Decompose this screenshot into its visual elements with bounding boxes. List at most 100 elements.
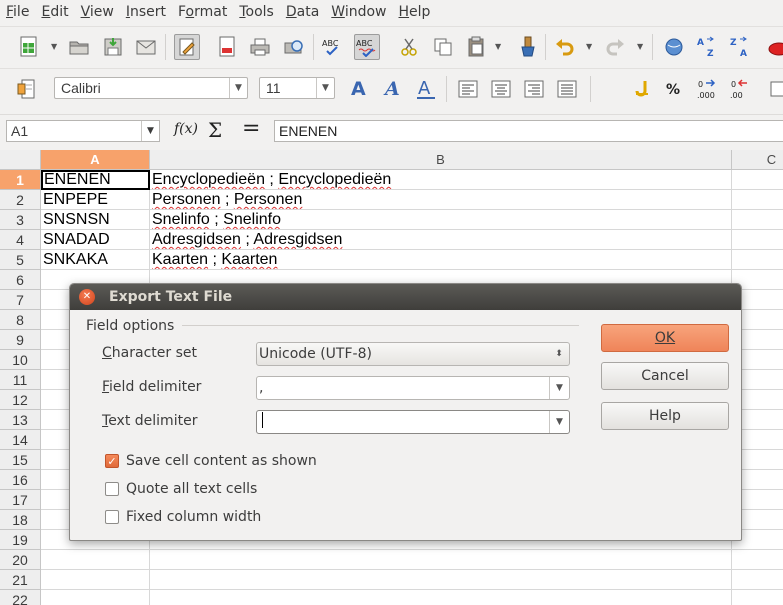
styles-icon[interactable] [14,76,40,102]
column-header-a[interactable]: A [41,150,150,170]
row-header[interactable]: 8 [0,310,41,330]
quote-all-text-checkbox-row[interactable]: Quote all text cells [105,481,257,497]
cell-a[interactable]: SNSNSN [41,210,150,230]
redo-icon[interactable] [603,34,629,60]
sum-button[interactable]: Σ [208,118,222,142]
cell-c[interactable] [732,590,783,605]
row-header[interactable]: 18 [0,510,41,530]
cell-a[interactable] [41,570,150,590]
menu-window[interactable]: Window [325,4,392,20]
align-left-icon[interactable] [455,76,481,102]
insert-chart-icon[interactable] [762,34,783,60]
function-wizard-button[interactable]: f(x) [174,121,198,137]
fixed-column-width-checkbox-row[interactable]: Fixed column width [105,509,261,525]
save-icon[interactable] [100,34,126,60]
cell-b[interactable]: Kaarten ; Kaarten [150,250,732,270]
cell-c[interactable] [732,230,783,250]
open-folder-icon[interactable] [66,34,92,60]
menu-format[interactable]: Format [172,4,233,20]
sort-ascending-icon[interactable]: AZ [693,34,719,60]
cell-b[interactable] [150,590,732,605]
cell-a[interactable]: ENPEPE [41,190,150,210]
autospellcheck-icon[interactable]: ABC [354,34,380,60]
percent-icon[interactable]: % [662,76,688,102]
row-header[interactable]: 1 [0,170,41,190]
copy-icon[interactable] [430,34,456,60]
quote-all-text-checkbox[interactable] [105,482,119,496]
row-header[interactable]: 10 [0,350,41,370]
cell-reference[interactable]: A1 [7,123,141,139]
fixed-column-width-label[interactable]: Fixed column width [126,509,261,525]
column-header-b[interactable]: B [150,150,732,170]
row-header[interactable]: 6 [0,270,41,290]
font-name-value[interactable]: Calibri [55,80,229,96]
save-cell-content-label[interactable]: Save cell content as shown [126,453,317,469]
cell-a[interactable] [41,590,150,605]
select-all-corner[interactable] [0,150,41,170]
name-box[interactable]: A1 ▼ [6,120,160,142]
spin-arrows-icon[interactable]: ⬍ [549,343,569,365]
column-header-c[interactable]: C [732,150,783,170]
save-cell-content-checkbox[interactable]: ✓ [105,454,119,468]
menu-insert[interactable]: Insert [120,4,172,20]
row-header[interactable]: 15 [0,450,41,470]
row-header[interactable]: 3 [0,210,41,230]
formula-input[interactable]: ENENEN [274,120,783,142]
decimal-remove-icon[interactable]: 0.00 [728,76,754,102]
cell-b[interactable]: Adresgidsen ; Adresgidsen [150,230,732,250]
cell-c[interactable] [732,250,783,270]
text-delimiter-combo[interactable]: ▼ [256,410,570,434]
row-header[interactable]: 19 [0,530,41,550]
cell-a[interactable]: SNADAD [41,230,150,250]
help-button[interactable]: Help [601,402,729,430]
cell-c[interactable] [732,550,783,570]
chevron-down-icon[interactable]: ▼ [549,377,569,399]
paste-dropdown-icon[interactable]: ▼ [495,42,503,52]
undo-dropdown-icon[interactable]: ▼ [586,42,594,52]
justify-icon[interactable] [554,76,580,102]
close-icon[interactable]: ✕ [79,289,95,305]
bold-icon[interactable]: A [346,76,372,102]
row-header[interactable]: 16 [0,470,41,490]
cell-b[interactable]: Encyclopedieën ; Encyclopedieën [150,170,732,190]
row-header[interactable]: 14 [0,430,41,450]
cell-c[interactable] [732,210,783,230]
row-header[interactable]: 13 [0,410,41,430]
chevron-down-icon[interactable]: ▼ [141,121,159,141]
new-document-icon[interactable] [16,34,42,60]
font-size-combo[interactable]: 11 ▼ [259,77,335,99]
cell-a[interactable]: SNKAKA [41,250,150,270]
italic-icon[interactable]: A [380,76,406,102]
cell-c[interactable] [732,170,783,190]
menu-tools[interactable]: Tools [233,4,280,20]
save-cell-content-checkbox-row[interactable]: ✓ Save cell content as shown [105,453,317,469]
ok-button[interactable]: OK [601,324,729,352]
menu-view[interactable]: View [75,4,120,20]
fixed-column-width-checkbox[interactable] [105,510,119,524]
cell-c[interactable] [732,190,783,210]
row-header[interactable]: 2 [0,190,41,210]
field-delimiter-combo[interactable]: , ▼ [256,376,570,400]
field-delimiter-value[interactable]: , [257,380,549,396]
row-header[interactable]: 12 [0,390,41,410]
align-center-icon[interactable] [488,76,514,102]
quote-all-text-label[interactable]: Quote all text cells [126,481,257,497]
dialog-titlebar[interactable]: ✕ Export Text File [70,284,741,310]
active-cell[interactable]: ENENEN [41,170,150,190]
paste-icon[interactable] [463,34,489,60]
formula-button[interactable]: = [242,116,260,141]
cut-icon[interactable] [396,34,422,60]
row-header[interactable]: 20 [0,550,41,570]
undo-icon[interactable] [551,34,577,60]
chevron-down-icon[interactable]: ▼ [229,78,247,98]
underline-icon[interactable]: A [413,76,439,102]
currency-icon[interactable] [630,76,656,102]
menu-data[interactable]: Data [280,4,325,20]
cell-b[interactable]: Personen ; Personen [150,190,732,210]
row-header[interactable]: 22 [0,590,41,605]
print-preview-icon[interactable] [281,34,307,60]
navigator-icon[interactable] [661,34,687,60]
cell-b[interactable]: Snelinfo ; Snelinfo [150,210,732,230]
cell-b[interactable] [150,570,732,590]
row-header[interactable]: 5 [0,250,41,270]
